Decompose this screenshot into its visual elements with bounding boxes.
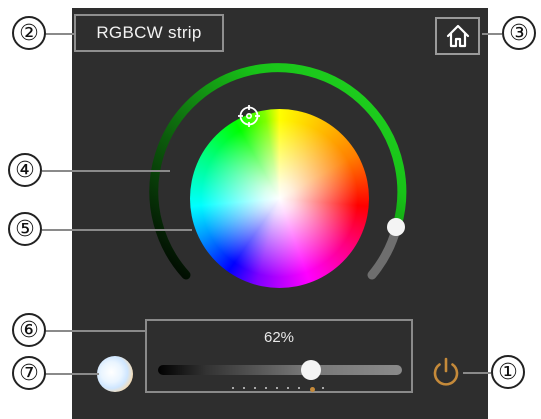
power-button[interactable] (429, 355, 463, 389)
leader-white (44, 373, 99, 375)
callout-wheel: ⑤ (8, 212, 42, 246)
target-icon[interactable] (237, 104, 261, 128)
device-title-text: RGBCW strip (96, 23, 202, 42)
brightness-slider-thumb[interactable] (301, 360, 321, 380)
callout-home: ③ (502, 16, 536, 50)
page-dot-active (310, 387, 315, 392)
page-dot (322, 387, 324, 389)
leader-title (44, 33, 74, 35)
home-icon (446, 24, 469, 48)
callout-brightness: ⑥ (12, 313, 46, 347)
brightness-percent: 62% (263, 329, 295, 346)
leader-brightness (44, 330, 145, 332)
page-indicator (232, 385, 327, 393)
home-button[interactable] (435, 17, 480, 55)
color-wheel[interactable] (190, 109, 369, 288)
page-dot (232, 387, 234, 389)
page-dot (287, 387, 289, 389)
leader-power (463, 372, 491, 374)
leader-ring (42, 170, 170, 172)
page-dot (276, 387, 278, 389)
leader-wheel (42, 229, 192, 231)
ring-handle[interactable] (387, 218, 405, 236)
page-dot (298, 387, 300, 389)
brightness-slider-track[interactable] (158, 365, 402, 375)
power-icon (433, 357, 459, 386)
callout-white: ⑦ (12, 356, 46, 390)
page-dot (265, 387, 267, 389)
white-light-button[interactable] (97, 356, 133, 392)
callout-title: ② (12, 16, 46, 50)
leader-home (482, 33, 502, 35)
page-dot (243, 387, 245, 389)
callout-power: ① (491, 355, 525, 389)
callout-ring: ④ (8, 153, 42, 187)
page-dot (254, 387, 256, 389)
device-title: RGBCW strip (74, 14, 224, 52)
